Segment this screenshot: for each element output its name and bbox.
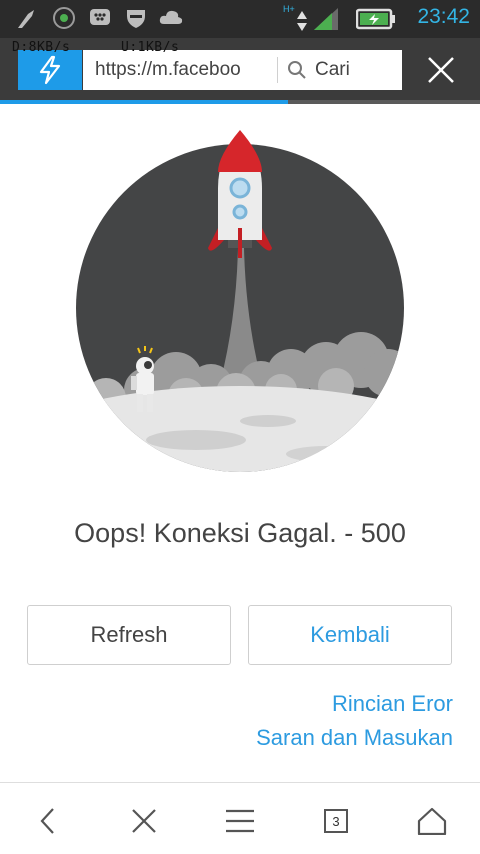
progress-fill (0, 100, 288, 104)
feedback-link[interactable]: Saran dan Masukan (256, 725, 453, 751)
download-speed: D:8KB/s (12, 40, 71, 55)
close-icon (132, 809, 156, 833)
url-divider (277, 57, 278, 83)
nav-back-button[interactable] (28, 801, 68, 841)
url-bar[interactable]: https://m.faceboo Cari (83, 50, 402, 90)
network-type: H+ (283, 4, 295, 14)
battery-icon (356, 8, 395, 30)
url-text[interactable]: https://m.faceboo (95, 59, 273, 81)
nav-menu-button[interactable] (220, 801, 260, 841)
signal-icon (314, 8, 338, 30)
data-arrows-icon (297, 11, 307, 31)
menu-icon (226, 809, 254, 833)
nav-tabs-button[interactable]: 3 (316, 801, 356, 841)
home-icon (417, 807, 447, 835)
bbm-icon (90, 9, 110, 25)
close-page-button[interactable] (420, 50, 462, 90)
error-details-link[interactable]: Rincian Eror (332, 691, 453, 717)
lightning-icon (39, 55, 61, 85)
refresh-button[interactable]: Refresh (27, 605, 231, 665)
search-icon[interactable] (287, 60, 307, 80)
status-bar: H+ 23:42 (0, 0, 480, 38)
bottom-navigation: 3 (0, 783, 480, 854)
notification-icon (18, 10, 34, 28)
address-bar: https://m.faceboo Cari (0, 38, 480, 100)
shield-icon (127, 10, 145, 28)
error-message: Oops! Koneksi Gagal. - 500 (74, 518, 406, 548)
nav-stop-button[interactable] (124, 801, 164, 841)
back-icon (40, 808, 54, 834)
close-icon (428, 57, 454, 83)
search-input[interactable]: Cari (315, 59, 350, 81)
clock: 23:42 (417, 5, 470, 28)
tabs-icon: 3 (324, 809, 348, 833)
whatsapp-icon (53, 7, 75, 29)
speed-mode-button[interactable] (18, 50, 82, 90)
upload-speed: U:1KB/s (121, 40, 180, 55)
page-load-progress (0, 100, 480, 104)
back-button[interactable]: Kembali (248, 605, 452, 665)
rocket-illustration (76, 130, 404, 472)
nav-home-button[interactable] (412, 801, 452, 841)
cloud-icon (159, 10, 183, 24)
